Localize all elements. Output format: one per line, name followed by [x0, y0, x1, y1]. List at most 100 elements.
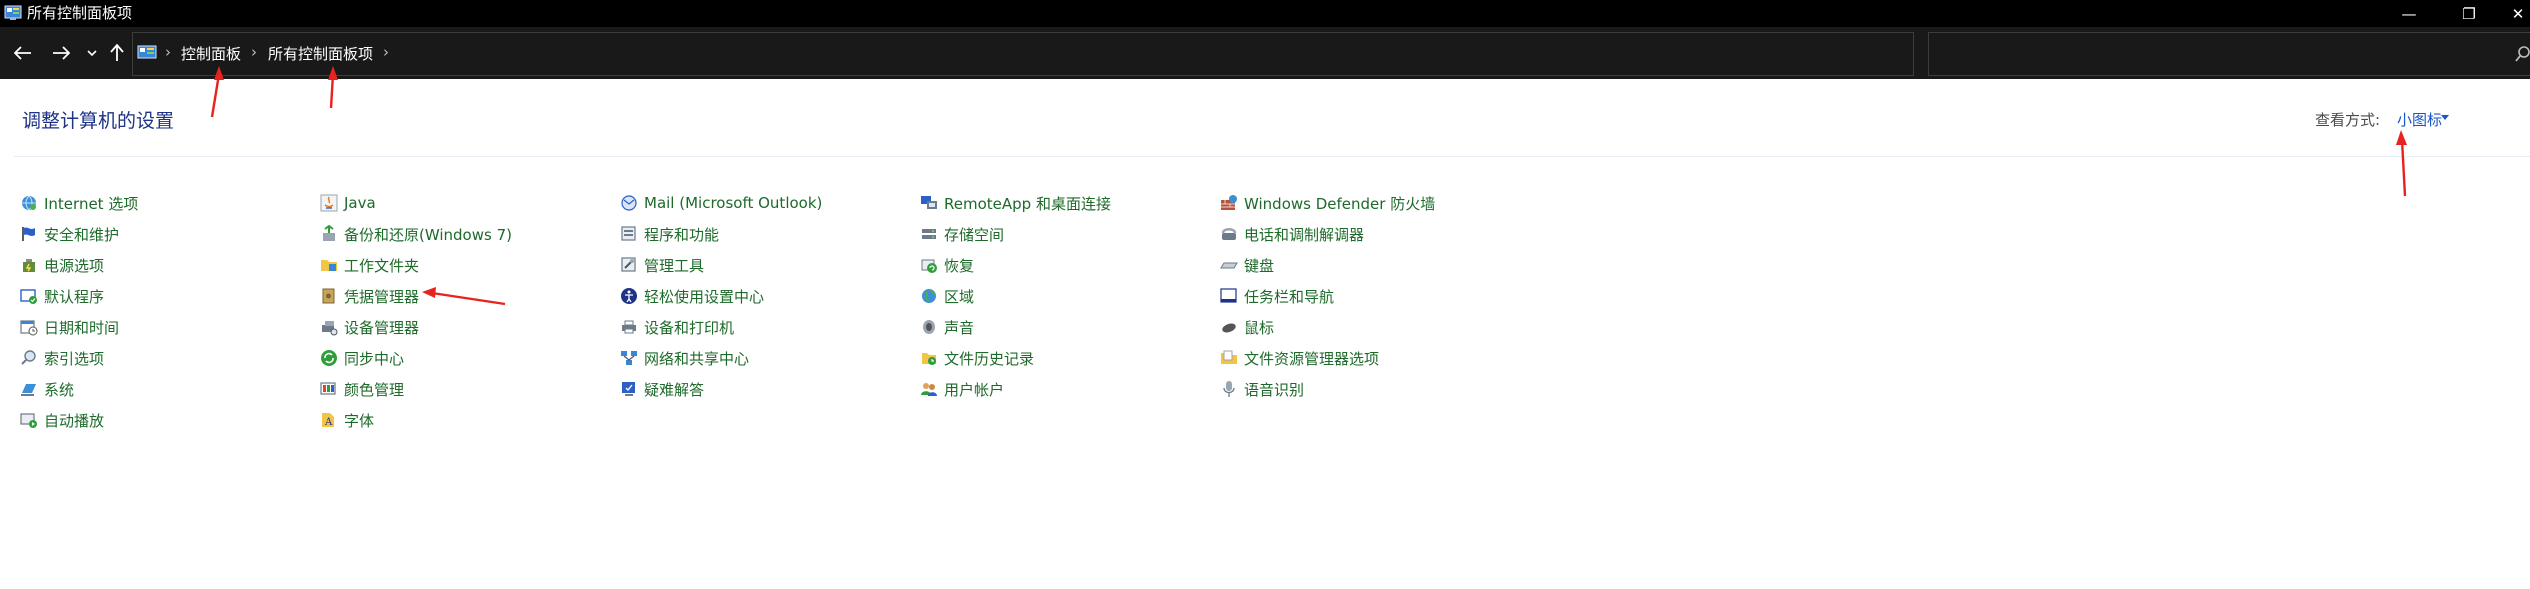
forward-button[interactable]: [46, 39, 76, 67]
autoplay-icon: [20, 413, 37, 428]
control-panel-icon: [4, 5, 22, 20]
breadcrumb-all-items[interactable]: 所有控制面板项: [268, 43, 373, 64]
cp-item-devices-printers[interactable]: 设备和打印机: [620, 316, 734, 338]
item-label: 系统: [44, 380, 75, 399]
credential-safe-icon: [322, 288, 335, 304]
remoteapp-icon: [921, 196, 937, 209]
cp-item-sound[interactable]: 声音: [920, 316, 974, 338]
users-icon: [921, 383, 937, 396]
cp-item-remoteapp[interactable]: RemoteApp 和桌面连接: [920, 192, 1111, 214]
cp-item-phone-modem[interactable]: 电话和调制解调器: [1220, 223, 1364, 245]
chevron-down-icon: [87, 50, 97, 57]
breadcrumb-separator[interactable]: ›: [383, 43, 389, 61]
breadcrumb-separator[interactable]: ›: [165, 43, 171, 61]
item-label: 电话和调制解调器: [1244, 225, 1365, 244]
cp-item-file-history[interactable]: 文件历史记录: [920, 347, 1034, 369]
item-label: 设备和打印机: [644, 318, 735, 337]
cp-item-windows-defender-firewall[interactable]: Windows Defender 防火墙: [1220, 192, 1435, 214]
region-globe-icon: [922, 289, 936, 303]
storage-icon: [922, 229, 936, 239]
item-label: Internet 选项: [44, 194, 139, 213]
annotation-arrow: [2396, 130, 2407, 197]
cp-item-admin-tools[interactable]: 管理工具: [620, 254, 704, 276]
item-label: 网络和共享中心: [644, 349, 750, 368]
view-by-dropdown[interactable]: 小图标: [2397, 109, 2442, 130]
minimize-button[interactable]: —: [2386, 0, 2432, 27]
breadcrumb-control-panel[interactable]: 控制面板: [181, 43, 241, 64]
cp-item-default-programs[interactable]: 默认程序: [20, 285, 104, 307]
arrow-left-icon: [14, 46, 31, 60]
cp-item-work-folders[interactable]: 工作文件夹: [320, 254, 419, 276]
item-label: 管理工具: [644, 256, 705, 275]
maximize-button[interactable]: ❐: [2446, 0, 2492, 27]
item-label: 语音识别: [1244, 380, 1305, 399]
file-explorer-options-icon: [1221, 350, 1237, 364]
flag-icon: [22, 227, 35, 241]
navigation-bar: › 控制面板 › 所有控制面板项 ›: [0, 27, 2530, 79]
cp-item-internet-options[interactable]: Internet 选项: [20, 192, 138, 214]
search-icon[interactable]: [2515, 45, 2530, 63]
item-label: 索引选项: [44, 349, 105, 368]
item-label: 同步中心: [344, 349, 405, 368]
cp-item-mouse[interactable]: 鼠标: [1220, 316, 1274, 338]
cp-item-speech-recognition[interactable]: 语音识别: [1220, 378, 1304, 400]
cp-item-color-management[interactable]: 颜色管理: [320, 378, 404, 400]
close-button[interactable]: ✕: [2506, 0, 2530, 27]
item-label: 工作文件夹: [344, 256, 420, 275]
microphone-icon: [1223, 381, 1235, 397]
cp-item-sync-center[interactable]: 同步中心: [320, 347, 404, 369]
recent-locations-button[interactable]: [82, 39, 102, 67]
arrow-right-icon: [53, 46, 70, 60]
item-label: 字体: [344, 411, 375, 430]
speaker-icon: [923, 320, 935, 334]
cp-item-ease-of-access[interactable]: 轻松使用设置中心: [620, 285, 764, 307]
computer-icon: [21, 384, 36, 396]
cp-item-power-options[interactable]: 电源选项: [20, 254, 104, 276]
item-label: 恢复: [944, 256, 975, 275]
address-bar[interactable]: › 控制面板 › 所有控制面板项 ›: [132, 32, 2021, 76]
cp-item-storage-spaces[interactable]: 存储空间: [920, 223, 1004, 245]
cp-item-troubleshooting[interactable]: 疑难解答: [620, 378, 704, 400]
cp-item-indexing-options[interactable]: 索引选项: [20, 347, 104, 369]
mail-icon: [621, 195, 637, 211]
page-title: 调整计算机的设置: [22, 110, 175, 132]
search-box[interactable]: [1928, 32, 2530, 76]
cp-item-security-maintenance[interactable]: 安全和维护: [20, 223, 119, 245]
cp-item-keyboard[interactable]: 键盘: [1220, 254, 1274, 276]
up-button[interactable]: [104, 39, 130, 67]
cp-item-java[interactable]: Java: [320, 192, 376, 214]
sync-icon: [321, 350, 337, 366]
cp-item-backup-restore[interactable]: 备份和还原(Windows 7): [320, 223, 512, 245]
item-label: 电源选项: [44, 256, 105, 275]
item-label: 声音: [944, 318, 975, 337]
cp-item-fonts[interactable]: A 字体: [320, 409, 374, 431]
cp-item-file-explorer-options[interactable]: 文件资源管理器选项: [1220, 347, 1379, 369]
control-panel-icon: [137, 45, 157, 59]
cp-item-mail[interactable]: Mail (Microsoft Outlook): [620, 192, 822, 214]
item-label: 任务栏和导航: [1244, 287, 1335, 306]
firewall-icon: [1221, 195, 1237, 210]
item-label: 键盘: [1244, 256, 1275, 275]
item-label: Java: [344, 194, 376, 212]
view-by-label: 查看方式:: [2315, 111, 2381, 129]
cp-item-network-sharing[interactable]: 网络和共享中心: [620, 347, 749, 369]
cp-item-programs-features[interactable]: 程序和功能: [620, 223, 719, 245]
folder-icon: [321, 260, 337, 271]
cp-item-region[interactable]: 区域: [920, 285, 974, 307]
cp-item-recovery[interactable]: 恢复: [920, 254, 974, 276]
cp-item-user-accounts[interactable]: 用户帐户: [920, 378, 1004, 400]
caret-down-icon[interactable]: [2441, 115, 2449, 120]
cp-item-taskbar-navigation[interactable]: 任务栏和导航: [1220, 285, 1334, 307]
search-input[interactable]: [1937, 41, 2501, 67]
cp-item-system[interactable]: 系统: [20, 378, 74, 400]
cp-item-autoplay[interactable]: 自动播放: [20, 409, 104, 431]
item-label: 文件历史记录: [944, 349, 1035, 368]
globe-icon: [22, 195, 36, 211]
item-label: 文件资源管理器选项: [1244, 349, 1380, 368]
cp-item-date-time[interactable]: 日期和时间: [20, 316, 119, 338]
cp-item-device-manager[interactable]: 设备管理器: [320, 316, 419, 338]
cp-item-credential-manager[interactable]: 凭据管理器: [320, 285, 419, 307]
back-button[interactable]: [8, 39, 38, 67]
breadcrumb-separator[interactable]: ›: [251, 43, 257, 61]
keyboard-icon: [1220, 262, 1238, 269]
